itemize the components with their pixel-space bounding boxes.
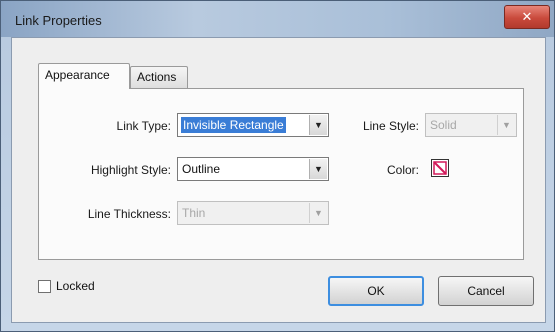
line-style-select[interactable]: Solid ▼ xyxy=(425,113,517,137)
color-picker-button[interactable] xyxy=(431,159,449,177)
appearance-panel: Link Type: Invisible Rectangle ▼ Line St… xyxy=(38,88,524,260)
line-thickness-value: Thin xyxy=(182,206,206,220)
cancel-button[interactable]: Cancel xyxy=(438,276,534,306)
chevron-down-icon: ▼ xyxy=(309,115,327,135)
link-properties-dialog: Link Properties ✕ Appearance Actions Lin… xyxy=(0,0,555,332)
link-type-select[interactable]: Invisible Rectangle ▼ xyxy=(177,113,329,137)
link-type-label: Link Type: xyxy=(116,119,171,133)
color-label: Color: xyxy=(386,163,419,177)
title-bar[interactable]: Link Properties ✕ xyxy=(1,1,554,37)
highlight-style-label: Highlight Style: xyxy=(90,163,171,177)
line-thickness-select[interactable]: Thin ▼ xyxy=(177,201,329,225)
close-button[interactable]: ✕ xyxy=(504,5,550,29)
locked-checkbox[interactable] xyxy=(38,280,51,293)
ok-button[interactable]: OK xyxy=(328,276,424,306)
tab-appearance[interactable]: Appearance xyxy=(38,63,130,89)
tab-actions[interactable]: Actions xyxy=(130,66,188,88)
line-style-label: Line Style: xyxy=(362,119,419,133)
close-icon: ✕ xyxy=(521,9,533,24)
line-thickness-label: Line Thickness: xyxy=(87,207,171,221)
chevron-down-icon: ▼ xyxy=(497,115,515,135)
highlight-style-select[interactable]: Outline ▼ xyxy=(177,157,329,181)
chevron-down-icon: ▼ xyxy=(309,203,327,223)
dialog-body: Appearance Actions Link Type: Invisible … xyxy=(11,37,546,323)
link-type-value: Invisible Rectangle xyxy=(181,117,286,133)
no-color-icon xyxy=(433,161,447,175)
highlight-style-value: Outline xyxy=(182,162,221,176)
line-style-value: Solid xyxy=(430,118,457,132)
dialog-title: Link Properties xyxy=(15,13,102,28)
locked-label: Locked xyxy=(56,279,95,293)
chevron-down-icon: ▼ xyxy=(309,159,327,179)
